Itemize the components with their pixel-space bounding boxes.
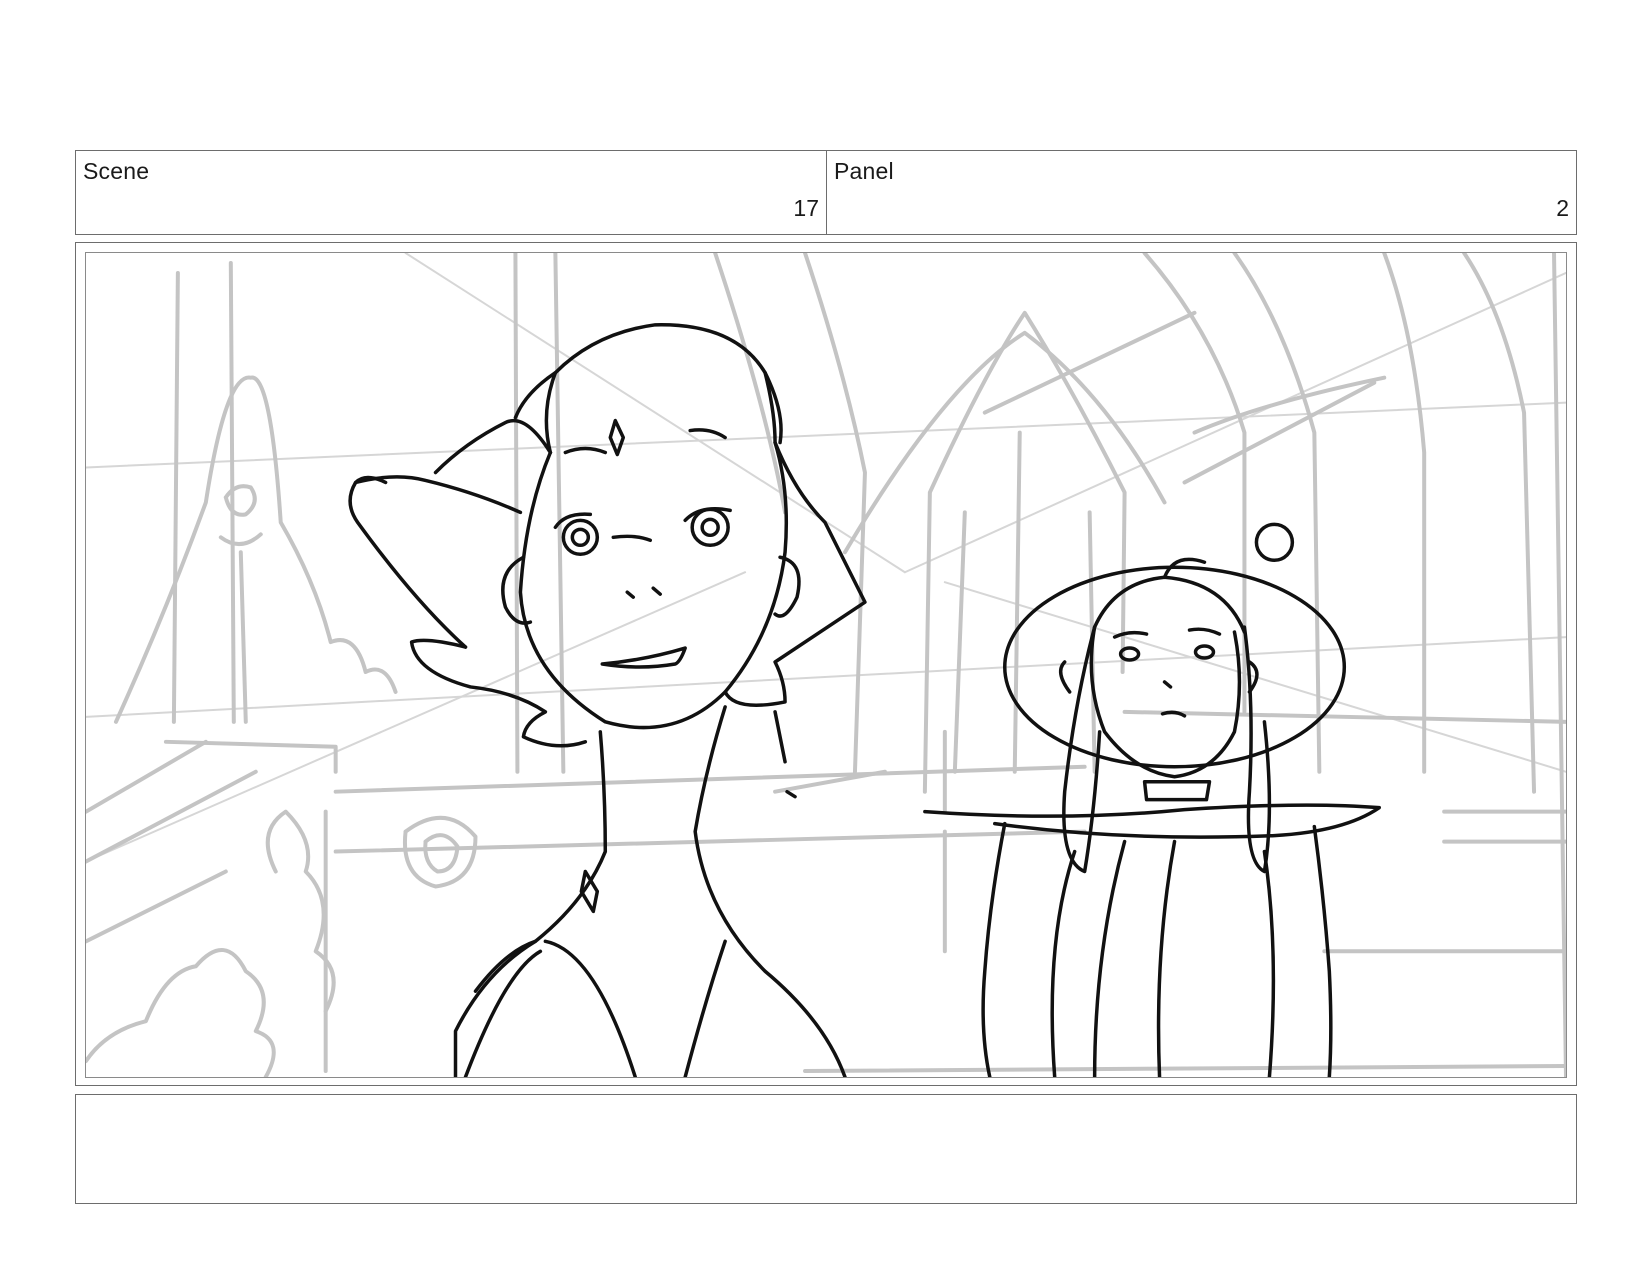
scene-cell: Scene 17 (76, 151, 827, 234)
storyboard-frame (75, 242, 1577, 1086)
notes-box (75, 1094, 1577, 1204)
storyboard-sketch (86, 253, 1566, 1077)
panel-cell: Panel 2 (827, 151, 1576, 234)
sketch-area (85, 252, 1567, 1078)
panel-label: Panel (834, 158, 894, 184)
scene-label: Scene (83, 158, 150, 184)
storyboard-header: Scene 17 Panel 2 (75, 150, 1577, 235)
scene-number: 17 (793, 195, 819, 221)
character-right (923, 522, 1381, 1077)
panel-number: 2 (1556, 195, 1569, 221)
